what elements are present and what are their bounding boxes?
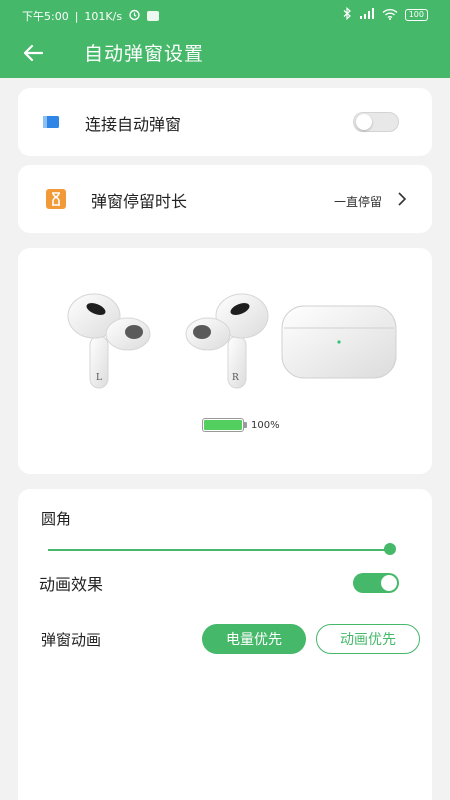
corner-slider-thumb[interactable] (384, 543, 396, 555)
divider: | (74, 9, 79, 23)
hourglass-icon (45, 188, 67, 210)
popup-duration-label: 弹窗停留时长 (91, 192, 188, 211)
popup-window-icon (40, 111, 62, 133)
popup-duration-value: 一直停留 (334, 195, 383, 209)
signal-icon (359, 7, 375, 23)
corner-label: 圆角 (41, 510, 72, 528)
wifi-icon (382, 8, 398, 23)
toolbar: 自动弹窗设置 (0, 30, 450, 78)
app-header: 下午5:00 | 101K/s 100 自动弹窗设置 (0, 0, 450, 78)
left-mark: L (96, 373, 102, 383)
alarm-icon (128, 8, 141, 24)
back-button[interactable] (20, 40, 46, 66)
network-speed: 101K/s (84, 9, 123, 23)
popup-settings-card: 圆角 动画效果 弹窗动画 电量优先 动画优先 (18, 489, 432, 800)
auto-popup-card: 连接自动弹窗 (18, 88, 432, 156)
popup-animation-label: 弹窗动画 (41, 631, 102, 649)
battery-percent: 100% (251, 419, 280, 431)
toggle-knob (381, 575, 397, 591)
toggle-knob (356, 114, 372, 130)
charging-case-image (281, 305, 397, 379)
battery-fill (204, 420, 242, 430)
option-animation-first[interactable]: 动画优先 (316, 624, 420, 654)
animation-toggle[interactable] (353, 573, 399, 593)
right-earbud-image: R (185, 293, 269, 389)
option-battery-first[interactable]: 电量优先 (202, 624, 306, 654)
battery-tip (244, 422, 247, 428)
back-arrow-icon (23, 44, 43, 62)
chevron-right-icon (398, 192, 407, 206)
left-earbud-image: L (67, 293, 151, 389)
auto-popup-toggle[interactable] (353, 112, 399, 132)
popup-duration-card[interactable]: 弹窗停留时长 一直停留 (18, 165, 432, 233)
auto-popup-label: 连接自动弹窗 (85, 115, 182, 134)
airpods-preview-card: L R 100% (18, 248, 432, 474)
bluetooth-icon (343, 6, 352, 23)
page-title: 自动弹窗设置 (84, 43, 205, 65)
animation-label: 动画效果 (39, 575, 104, 594)
battery-indicator: 100 (404, 9, 428, 21)
notification-icon (147, 11, 160, 21)
right-mark: R (232, 373, 239, 383)
status-time: 下午5:00 (22, 10, 69, 23)
preview-battery: 100% (202, 418, 280, 432)
battery-bar (202, 418, 247, 432)
corner-slider-track[interactable] (48, 549, 390, 551)
status-bar: 下午5:00 | 101K/s 100 (0, 0, 450, 30)
